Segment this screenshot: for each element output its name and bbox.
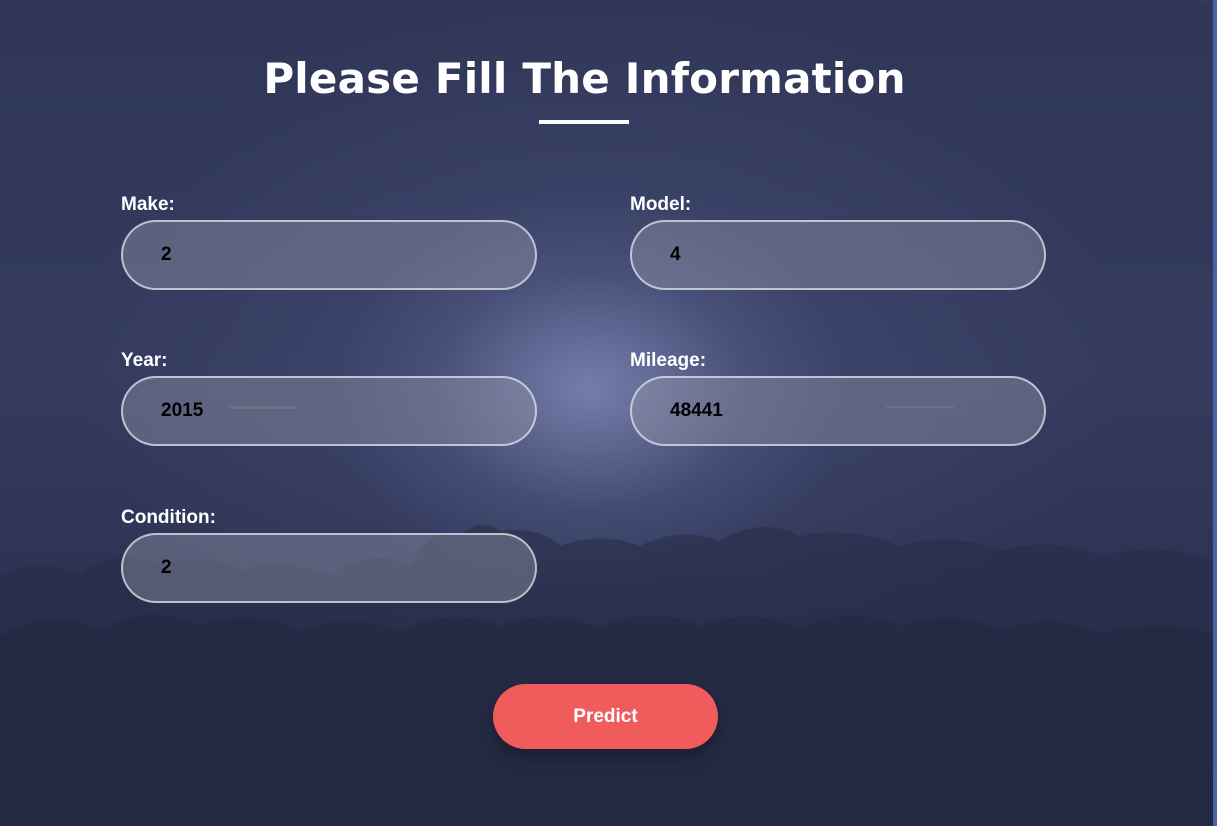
make-label: Make: [121, 194, 175, 215]
year-field-group: Year: [121, 351, 537, 446]
condition-label: Condition: [121, 507, 216, 528]
page-title: Please Fill The Information [263, 54, 906, 103]
year-input[interactable] [121, 376, 537, 446]
model-field-group: Model: [630, 195, 1046, 290]
window-corner [1199, 0, 1213, 15]
title-underline [539, 120, 629, 124]
make-input[interactable] [121, 220, 537, 290]
make-field-group: Make: [121, 195, 537, 290]
mileage-input[interactable] [630, 376, 1046, 446]
mileage-field-group: Mileage: [630, 351, 1046, 446]
model-input[interactable] [630, 220, 1046, 290]
mileage-label: Mileage: [630, 350, 707, 371]
model-label: Model: [630, 194, 692, 215]
window-right-edge [1213, 0, 1217, 826]
year-label: Year: [121, 350, 168, 371]
predict-button[interactable]: Predict [493, 684, 718, 749]
background-crowd-image [0, 406, 1217, 826]
condition-field-group: Condition: [121, 508, 537, 603]
form-page: Please Fill The Information Make: Model:… [0, 0, 1217, 826]
condition-input[interactable] [121, 533, 537, 603]
